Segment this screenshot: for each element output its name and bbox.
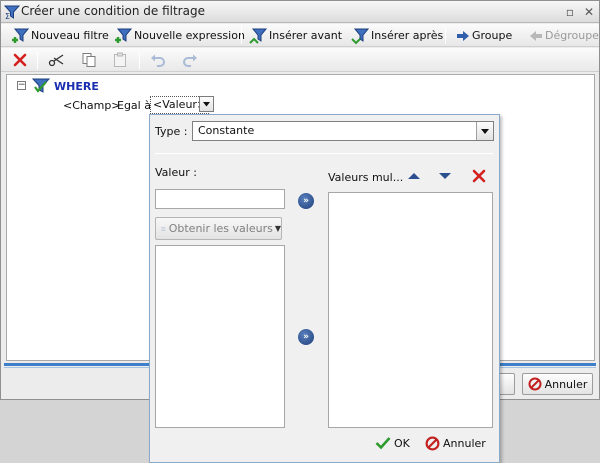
toolbar-separator <box>241 27 242 44</box>
cancel-icon <box>528 377 542 391</box>
obtain-values-button[interactable]: Obtenir les valeurs ▼ <box>155 217 282 240</box>
new-expression-label: Nouvelle expression <box>134 29 245 42</box>
condition-field[interactable]: <Champ> <box>63 99 121 112</box>
condition-operator[interactable]: Egal à <box>117 99 151 112</box>
value-editor-popup: Type : Constante Valeur : Obtenir les va… <box>149 114 500 463</box>
divider <box>155 153 493 154</box>
undo-button[interactable] <box>149 51 167 69</box>
checkmark-icon <box>375 437 391 450</box>
scissors-icon <box>48 54 64 67</box>
move-down-icon[interactable] <box>438 171 452 184</box>
toolbar-separator <box>37 52 38 69</box>
cancel-label: Annuler <box>544 377 588 391</box>
minimize-icon[interactable]: ▫ <box>563 5 577 19</box>
edit-toolbar <box>1 48 599 72</box>
filter-icon <box>31 78 51 97</box>
chevron-down-icon[interactable] <box>476 122 493 140</box>
filter-icon: Σ <box>3 4 21 21</box>
insert-after-label: Insérer après <box>371 29 444 42</box>
filter-insert-after-icon <box>351 28 369 44</box>
group-button[interactable]: Groupe <box>456 26 512 45</box>
popup-cancel-label: Annuler <box>443 437 486 450</box>
ungroup-button[interactable]: Dégrouper <box>529 26 600 45</box>
redo-icon <box>183 54 197 67</box>
cancel-button[interactable]: Annuler <box>522 373 593 395</box>
delete-x-icon[interactable] <box>471 168 487 187</box>
insert-before-button[interactable]: Insérer avant <box>249 26 342 45</box>
move-up-icon[interactable] <box>407 171 421 184</box>
value-input[interactable] <box>155 189 285 209</box>
cancel-icon <box>425 436 440 451</box>
paste-icon <box>114 52 126 67</box>
filter-insert-before-icon <box>249 28 267 44</box>
svg-text:Σ: Σ <box>5 12 10 20</box>
condition-value-dropdown[interactable] <box>199 96 214 112</box>
new-filter-button[interactable]: Nouveau filtre <box>11 26 109 45</box>
popup-cancel-button[interactable]: Annuler <box>425 436 486 451</box>
filter-add-icon <box>12 28 29 43</box>
delete-button[interactable] <box>11 51 29 69</box>
new-filter-label: Nouveau filtre <box>31 29 109 42</box>
caret-down-icon: ▼ <box>274 224 281 233</box>
window-title: Créer une condition de filtrage <box>21 4 205 18</box>
tree-root-where[interactable]: WHERE <box>54 80 99 93</box>
popup-ok-button[interactable]: OK <box>375 436 410 450</box>
new-expression-button[interactable]: Nouvelle expression <box>114 26 245 45</box>
redo-button[interactable] <box>181 51 199 69</box>
paste-button[interactable] <box>111 51 129 69</box>
group-label: Groupe <box>472 29 513 42</box>
collapse-toggle-icon[interactable]: − <box>17 81 26 90</box>
multiple-values-label: Valeurs mul... <box>328 171 404 184</box>
type-select-value: Constante <box>198 124 255 137</box>
insert-before-label: Insérer avant <box>269 29 343 42</box>
add-value-arrow-icon[interactable]: » <box>298 193 314 209</box>
cut-button[interactable] <box>47 51 65 69</box>
copy-icon <box>82 53 96 67</box>
list-values-icon <box>161 226 166 231</box>
insert-after-button[interactable]: Insérer après <box>351 26 443 45</box>
obtain-values-label: Obtenir les valeurs <box>168 222 273 235</box>
value-label: Valeur : <box>155 166 197 179</box>
toolbar-separator <box>139 52 140 69</box>
filter-add-icon <box>115 28 132 43</box>
available-values-list[interactable] <box>155 245 285 428</box>
add-selected-values-arrow-icon[interactable]: » <box>298 329 314 345</box>
toolbar-separator <box>445 27 446 44</box>
type-label: Type : <box>155 125 188 138</box>
delete-x-icon <box>13 53 27 67</box>
close-icon[interactable]: ✕ <box>582 5 596 19</box>
title-bar: Σ Créer une condition de filtrage ▫ ✕ <box>1 1 599 23</box>
undo-icon <box>151 54 165 67</box>
type-select[interactable]: Constante <box>192 121 494 141</box>
ungroup-label: Dégrouper <box>545 29 600 42</box>
main-toolbar: Nouveau filtre Nouvelle expression Insér… <box>1 24 600 47</box>
copy-button[interactable] <box>80 51 98 69</box>
chevron-down-icon <box>203 102 210 107</box>
multiple-values-list[interactable] <box>328 192 493 428</box>
arrow-right-icon <box>457 30 469 41</box>
arrow-left-icon <box>530 30 542 41</box>
popup-ok-label: OK <box>394 436 410 450</box>
